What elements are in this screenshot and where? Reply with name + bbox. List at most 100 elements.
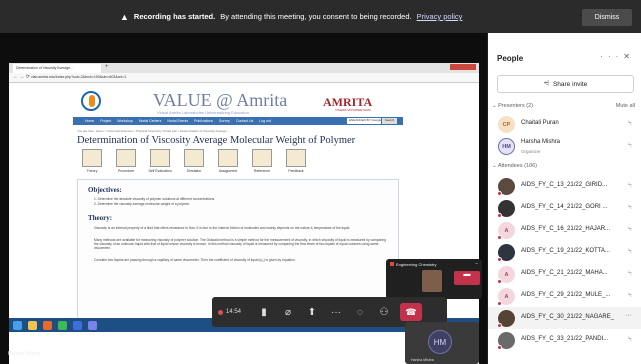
status-dot [497,235,502,240]
self-avatar: HM [428,330,452,354]
status-dot [497,323,502,328]
tool-label: Assignment [218,169,238,173]
tool-self-evaluation: Self Evaluation [145,149,175,177]
participant-row[interactable]: AIDS_FY_C_13_21/22_GIRID... ⍀ [488,175,641,197]
breadcrumb: You are here: Home > Chemical Sciences >… [77,129,230,133]
participant-name: AIDS_FY_C_30_21/22_NAGARE_ [521,314,615,320]
procedure-icon [116,149,136,167]
banner-bold-text: Recording has started. [133,12,216,21]
mute-all-button[interactable]: Mute all [616,103,635,109]
meeting-timer: 14:54 [226,309,242,315]
share-tray-icon: ⬆ [307,306,317,318]
menu-item: Nodal Centers [138,119,162,123]
tool-label: Reference [253,169,271,173]
explorer-icon [28,320,37,330]
avatar-initials: A [504,271,509,278]
tool-label: Procedure [117,169,135,173]
hang-up-icon: ☎ [405,306,417,317]
vlab-logo [81,91,101,111]
tool-simulator: Simulator [179,149,209,177]
mic-off-button[interactable]: ⌀ [276,297,300,327]
participant-row[interactable]: AIDS_FY_C_33_21/22_PANDI... ⍀ [488,329,641,351]
warning-icon: ▲ [120,11,129,22]
participant-row[interactable]: A AIDS_FY_C_21_21/22_MAHA... ⍀ [488,263,641,285]
tool-reference: Reference [247,149,277,177]
participant-row[interactable]: AIDS_FY_C_19_21/22_KOTTA... ⍀ [488,241,641,263]
participant-video [422,270,442,292]
more-actions-button[interactable]: ··· [324,297,348,327]
people-icon: ⚇ [379,306,389,318]
mic-off-icon: ⍀ [627,182,632,189]
share-icon: ⩤ [543,80,549,87]
participant-name: AIDS_FY_C_21_21/22_MAHA... [521,270,608,276]
mic-off-icon: ⍀ [627,248,632,255]
feedback-icon [286,149,306,167]
leave-button[interactable]: ☎ [400,303,422,321]
close-icon[interactable]: – [475,261,478,267]
participant-row[interactable]: A AIDS_FY_C_16_21/22_HAJAR... ⍀ [488,219,641,241]
avatar: HM [498,138,515,155]
attendees-header-label: Attendees (106) [497,163,537,169]
self-view: HM Harsha Mishra [405,322,479,364]
theory-icon [82,149,102,167]
media-icon [43,320,52,330]
participant-row[interactable]: A AIDS_FY_C_29_21/22_MULE_... ⍀ [488,285,641,307]
share-button[interactable]: ⬆ [300,297,324,327]
participant-row[interactable]: AIDS_FY_C_30_21/22_NAGARE_ ··· [488,307,641,329]
share-invite-label: Share invite [552,80,588,88]
record-dot-icon [218,309,223,315]
page-title: Determination of Viscosity Average Molec… [77,135,356,146]
self-name: Harsha Mishra [411,358,434,362]
participants-button[interactable]: ⚇ [372,297,396,327]
attendees-header[interactable]: ⌄ Attendees (106) [492,163,537,169]
tool-assignment: Assignment [213,149,243,177]
avatar: A [497,288,515,306]
assignment-icon [218,149,238,167]
privacy-policy-link[interactable]: Privacy policy [417,12,463,21]
avatar [497,200,515,218]
browser-tab-bar: Determination of Viscosity Average... + [9,63,479,73]
menu-item: Workshop [117,119,133,123]
more-options-icon[interactable]: ··· [625,312,632,319]
objective-item: 1. Determine the absolute viscosity of p… [94,197,216,201]
objectives-heading: Objectives: [88,186,122,194]
participant-row[interactable]: AIDS_FY_C_14_21/22_GORI ... ⍀ [488,197,641,219]
self-evaluation-icon [150,149,170,167]
share-invite-button[interactable]: ⩤ Share invite [497,75,634,93]
participant-name: AIDS_FY_C_16_21/22_HAJAR... [521,226,611,232]
status-dot [497,191,502,196]
avatar [497,178,515,196]
avatar: A [497,222,515,240]
menu-item: Log out [259,119,271,123]
participant-name: AIDS_FY_C_19_21/22_KOTTA... [521,248,610,254]
site-menu: Home Project Workshop Nodal Centers Noda… [73,117,403,125]
site-title: VALUE @ Amrita [153,90,288,110]
participant-row[interactable]: CP Chaitali Puran ⍀ [488,113,641,135]
dismiss-button[interactable]: Dismiss [582,9,632,26]
reference-icon [252,149,272,167]
avatar: A [497,266,515,284]
participant-name: AIDS_FY_C_14_21/22_GORI ... [521,204,608,210]
presenters-header[interactable]: ⌄ Presenters (2) [492,103,533,109]
recording-banner: ▲ Recording has started. By attending th… [0,0,641,33]
browser-tab: Determination of Viscosity Average... [13,64,101,73]
chat-icon: ◌ [357,306,363,318]
tool-label: Feedback [288,169,304,173]
address-bar: ← → ⟳ vlab.amrita.edu/index.php?sub=2&br… [9,73,479,83]
app-icon [73,320,82,330]
banner-message: ▲ Recording has started. By attending th… [120,0,462,33]
chat-button[interactable]: ◌ [348,297,372,327]
more-options-icon[interactable]: ··· [600,52,623,61]
camera-off-button[interactable]: ▮ [252,297,276,327]
avatar [497,244,515,262]
participant-row[interactable]: HM Harsha Mishra Organizer ⍀ [488,135,641,157]
window-controls [450,64,476,70]
close-icon[interactable]: ✕ [623,52,635,61]
mic-off-icon: ⍀ [627,226,632,233]
banner-text: By attending this meeting, you consent t… [220,12,412,21]
participant-name: AIDS_FY_C_13_21/22_GIRID... [521,182,608,188]
participant-role: Organizer [521,149,541,154]
menu-item: Contact Us [235,119,254,123]
hangup-mini-button[interactable]: ▬ [454,271,480,285]
menu-item: Publications [194,119,214,123]
